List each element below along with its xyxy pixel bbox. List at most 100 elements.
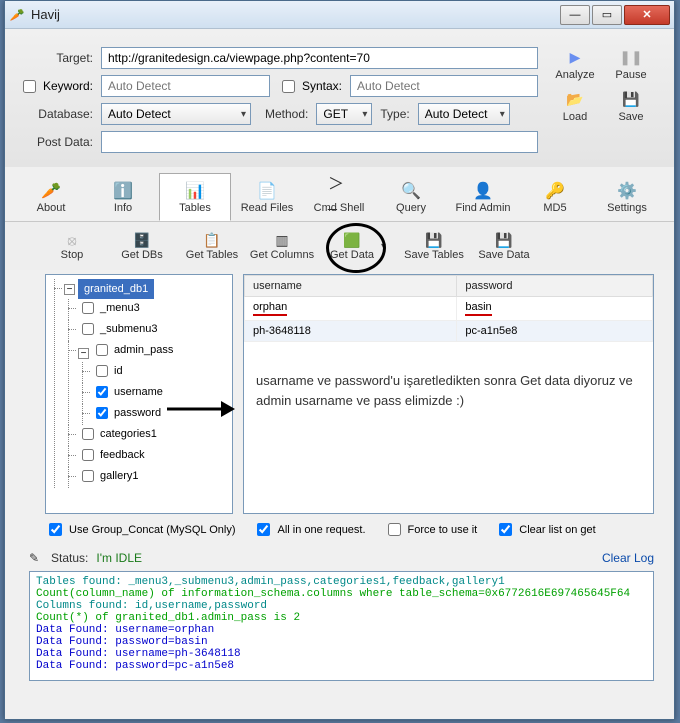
keyword-checkbox[interactable]	[23, 80, 36, 93]
stop-button[interactable]: ⦻Stop	[37, 224, 107, 268]
tree-chk-gallery1[interactable]	[82, 470, 94, 482]
db-tree[interactable]: −granited_db1 _menu3 _submenu3 −admin_pa…	[45, 274, 233, 514]
log-line: Columns found: id,username,password	[36, 600, 647, 612]
tree-item[interactable]: categories1	[100, 425, 157, 443]
tree-chk-feedback[interactable]	[82, 449, 94, 461]
tree-root[interactable]: granited_db1	[78, 279, 154, 299]
tab-tables[interactable]: 📊Tables	[159, 173, 231, 221]
stop-icon: ⦻	[63, 231, 81, 249]
tree-chk-submenu3[interactable]	[82, 323, 94, 335]
col-password[interactable]: password	[457, 276, 653, 297]
tab-readfiles[interactable]: 📄Read Files	[231, 173, 303, 221]
key-icon: 🔑	[544, 180, 566, 202]
tree-item[interactable]: password	[114, 404, 161, 422]
tree-chk-adminpass[interactable]	[96, 344, 108, 356]
get-dbs-button[interactable]: 🗄️Get DBs	[107, 224, 177, 268]
log-line: Data Found: password=pc-a1n5e8	[36, 660, 647, 672]
log-panel[interactable]: Tables found: _menu3,_submenu3,admin_pas…	[29, 571, 654, 681]
log-line: Count(*) of granited_db1.admin_pass is 2	[36, 612, 647, 624]
chk-force[interactable]	[388, 523, 401, 536]
clear-log-link[interactable]: Clear Log	[602, 551, 654, 565]
tree-item[interactable]: _menu3	[100, 299, 140, 317]
tree-chk-password[interactable]	[96, 407, 108, 419]
chk-allinone[interactable]	[257, 523, 270, 536]
syntax-input[interactable]	[350, 75, 538, 97]
minimize-button[interactable]: —	[560, 5, 590, 25]
postdata-input[interactable]	[101, 131, 538, 153]
tab-query[interactable]: 🔍Query	[375, 173, 447, 221]
tree-item[interactable]: feedback	[100, 446, 145, 464]
floppy-icon: 💾	[495, 231, 513, 249]
tree-chk-menu3[interactable]	[82, 302, 94, 314]
tree-chk-categories1[interactable]	[82, 428, 94, 440]
data-icon: 🟩	[343, 231, 361, 249]
expander-icon[interactable]: −	[64, 284, 75, 295]
expander-icon[interactable]: −	[78, 348, 89, 359]
save-data-button[interactable]: 💾Save Data	[469, 224, 539, 268]
tab-cmdshell[interactable]: ＞_Cmd Shell	[303, 173, 375, 221]
log-line: Data Found: username=ph-3648118	[36, 648, 647, 660]
opt-label: All in one request.	[277, 524, 365, 536]
get-data-button[interactable]: 🟩Get Data	[317, 224, 387, 268]
tab-md5[interactable]: 🔑MD5	[519, 173, 591, 221]
save-button[interactable]: 💾 Save	[609, 89, 653, 123]
tree-chk-username[interactable]	[96, 386, 108, 398]
close-button[interactable]: ✕	[624, 5, 670, 25]
cell-password: pc-a1n5e8	[457, 321, 653, 342]
col-username[interactable]: username	[245, 276, 457, 297]
method-label: Method:	[265, 107, 308, 121]
tab-about[interactable]: 🥕About	[15, 173, 87, 221]
log-line: Data Found: username=orphan	[36, 624, 647, 636]
analyze-button[interactable]: ▶ Analyze	[553, 47, 597, 81]
opt-label: Use Group_Concat (MySQL Only)	[69, 524, 235, 536]
method-select[interactable]: GET	[316, 103, 372, 125]
opt-label: Clear list on get	[519, 524, 595, 536]
get-tables-button[interactable]: 📋Get Tables	[177, 224, 247, 268]
options-row: Use Group_Concat (MySQL Only) All in one…	[5, 514, 674, 547]
shell-icon: ＞_	[328, 180, 350, 202]
pause-button[interactable]: ❚❚ Pause	[609, 47, 653, 81]
get-columns-button[interactable]: ▥Get Columns	[247, 224, 317, 268]
keyword-label: Keyword:	[43, 79, 93, 93]
cell-username: ph-3648118	[245, 321, 457, 342]
tree-chk-id[interactable]	[96, 365, 108, 377]
tree-item[interactable]: _submenu3	[100, 320, 158, 338]
data-grid[interactable]: username password orphan basin ph-364811…	[244, 275, 653, 342]
log-line: Data Found: password=basin	[36, 636, 647, 648]
admin-icon: 👤	[472, 180, 494, 202]
tree-item[interactable]: admin_pass	[114, 341, 173, 359]
tab-info[interactable]: ℹ️Info	[87, 173, 159, 221]
tab-findadmin[interactable]: 👤Find Admin	[447, 173, 519, 221]
db-icon: 🗄️	[133, 231, 151, 249]
chk-group-concat[interactable]	[49, 523, 62, 536]
table-row[interactable]: ph-3648118 pc-a1n5e8	[245, 321, 653, 342]
keyword-input[interactable]	[101, 75, 270, 97]
database-select[interactable]: Auto Detect	[101, 103, 251, 125]
status-value: I'm IDLE	[96, 551, 142, 565]
folder-open-icon: 📂	[565, 89, 585, 109]
syntax-label: Syntax:	[302, 79, 342, 93]
query-icon: 🔍	[400, 180, 422, 202]
play-icon: ▶	[565, 47, 585, 67]
target-input[interactable]	[101, 47, 538, 69]
type-select[interactable]: Auto Detect	[418, 103, 510, 125]
info-icon: ℹ️	[112, 180, 134, 202]
floppy-icon: 💾	[425, 231, 443, 249]
tree-item[interactable]: gallery1	[100, 467, 139, 485]
titlebar[interactable]: 🥕 Havij — ▭ ✕	[5, 1, 674, 29]
table-row[interactable]: orphan basin	[245, 297, 653, 321]
columns-icon: ▥	[273, 231, 291, 249]
status-label: Status:	[51, 551, 88, 565]
app-icon: 🥕	[9, 7, 25, 23]
cell-password: basin	[465, 301, 491, 316]
main-toolbar: 🥕About ℹ️Info 📊Tables 📄Read Files ＞_Cmd …	[5, 167, 674, 222]
tab-settings[interactable]: ⚙️Settings	[591, 173, 663, 221]
tree-item[interactable]: username	[114, 383, 163, 401]
tree-item[interactable]: id	[114, 362, 123, 380]
database-label: Database:	[25, 107, 93, 121]
chk-clearlist[interactable]	[499, 523, 512, 536]
load-button[interactable]: 📂 Load	[553, 89, 597, 123]
syntax-checkbox[interactable]	[282, 80, 295, 93]
save-tables-button[interactable]: 💾Save Tables	[399, 224, 469, 268]
maximize-button[interactable]: ▭	[592, 5, 622, 25]
